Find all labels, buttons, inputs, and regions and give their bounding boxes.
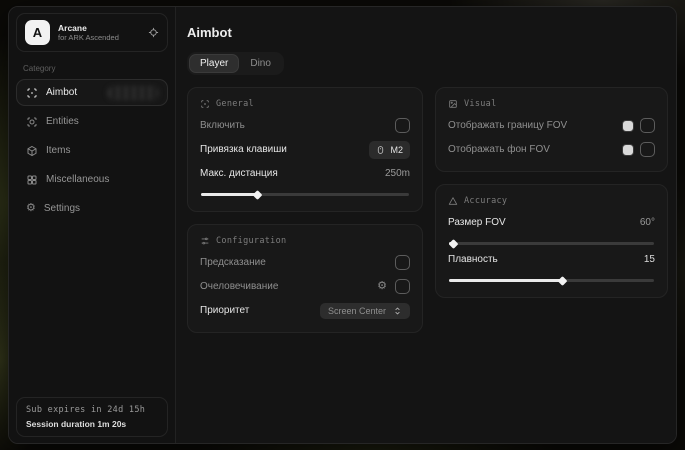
fov-border-checkbox[interactable] (640, 118, 655, 133)
general-card: General Включить Привязка клавиши (187, 87, 423, 212)
cheat-menu-window: A Arcane for ARK Ascended Category (8, 6, 677, 444)
card-title: Visual (464, 99, 497, 109)
slider-handle[interactable] (449, 239, 459, 249)
sidebar-item-label: Miscellaneous (46, 174, 109, 185)
card-title: Configuration (216, 236, 286, 246)
up-down-arrows-icon (393, 306, 402, 316)
enable-checkbox[interactable] (395, 118, 410, 133)
humanization-label: Очеловечивание (200, 281, 278, 292)
priority-label: Приоритет (200, 305, 249, 316)
grid-icon (26, 174, 38, 186)
gear-icon: ⚙ (26, 203, 36, 214)
sidebar-item-label: Items (46, 145, 70, 156)
prediction-checkbox[interactable] (395, 255, 410, 270)
sidebar-item-miscellaneous[interactable]: Miscellaneous (16, 166, 168, 193)
priority-dropdown[interactable]: Screen Center (320, 303, 410, 319)
sidebar-item-entities[interactable]: Entities (16, 108, 168, 135)
tab-bar: Player Dino (187, 52, 284, 75)
keybind-button[interactable]: M2 (369, 141, 410, 159)
scan-icon (26, 116, 38, 128)
brand-title: Arcane (58, 23, 140, 34)
slider-handle[interactable] (557, 276, 567, 286)
sidebar: A Arcane for ARK Ascended Category (9, 7, 176, 443)
sidebar-item-label: Entities (46, 116, 79, 127)
blurred-watermark (107, 86, 159, 100)
brand-logo: A (25, 20, 50, 45)
sub-expires-text: Sub expires in 24d 15h (26, 405, 158, 415)
visual-card: Visual Отображать границу FOV Отображать… (435, 87, 668, 172)
sliders-icon (200, 236, 210, 246)
enable-label: Включить (200, 120, 245, 131)
fov-bg-label: Отображать фон FOV (448, 144, 550, 155)
slider-handle[interactable] (253, 190, 263, 200)
fov-border-label: Отображать границу FOV (448, 120, 567, 131)
priority-value: Screen Center (328, 306, 386, 316)
card-title: Accuracy (464, 196, 507, 206)
fov-bg-color-swatch[interactable] (622, 144, 634, 156)
card-title: General (216, 99, 254, 109)
session-duration-text: Session duration 1m 20s (26, 419, 158, 429)
mouse-icon (376, 144, 385, 156)
keybind-label: Привязка клавиши (200, 144, 287, 155)
fov-size-value: 60° (640, 217, 655, 228)
sidebar-item-aimbot[interactable]: Aimbot (16, 79, 168, 106)
max-distance-slider[interactable] (201, 193, 409, 196)
target-icon[interactable] (148, 27, 159, 38)
keybind-value: M2 (390, 145, 403, 155)
humanization-checkbox[interactable] (395, 279, 410, 294)
fov-border-color-swatch[interactable] (622, 120, 634, 132)
sidebar-item-label: Aimbot (46, 87, 77, 98)
sidebar-item-settings[interactable]: ⚙ Settings (16, 195, 168, 222)
package-icon (26, 145, 38, 157)
fov-bg-checkbox[interactable] (640, 142, 655, 157)
smoothness-slider[interactable] (449, 279, 654, 282)
smoothness-label: Плавность (448, 254, 498, 265)
sidebar-item-label: Settings (44, 203, 80, 214)
image-icon (448, 99, 458, 109)
sidebar-item-items[interactable]: Items (16, 137, 168, 164)
crosshair-icon (26, 87, 38, 99)
tab-dino[interactable]: Dino (239, 54, 282, 73)
fov-size-slider[interactable] (449, 242, 654, 245)
brand-card: A Arcane for ARK Ascended (16, 13, 168, 52)
page-title: Aimbot (187, 25, 668, 40)
tab-player[interactable]: Player (189, 54, 239, 73)
fov-size-label: Размер FOV (448, 217, 506, 228)
brand-subtitle: for ARK Ascended (58, 33, 140, 42)
triangle-icon (448, 196, 458, 206)
category-label: Category (23, 64, 163, 73)
max-distance-label: Макс. дистанция (200, 168, 278, 179)
subscription-info-card: Sub expires in 24d 15h Session duration … (16, 397, 168, 437)
focus-icon (200, 99, 210, 109)
prediction-label: Предсказание (200, 257, 266, 268)
sidebar-nav: Aimbot Entities Items (16, 79, 168, 222)
main-content: Aimbot Player Dino General (176, 7, 677, 443)
smoothness-value: 15 (644, 254, 655, 265)
accuracy-card: Accuracy Размер FOV 60° Плавность 15 (435, 184, 668, 298)
max-distance-value: 250m (385, 168, 410, 179)
configuration-card: Configuration Предсказание Очеловечивани… (187, 224, 423, 333)
gear-icon[interactable]: ⚙ (377, 281, 387, 292)
